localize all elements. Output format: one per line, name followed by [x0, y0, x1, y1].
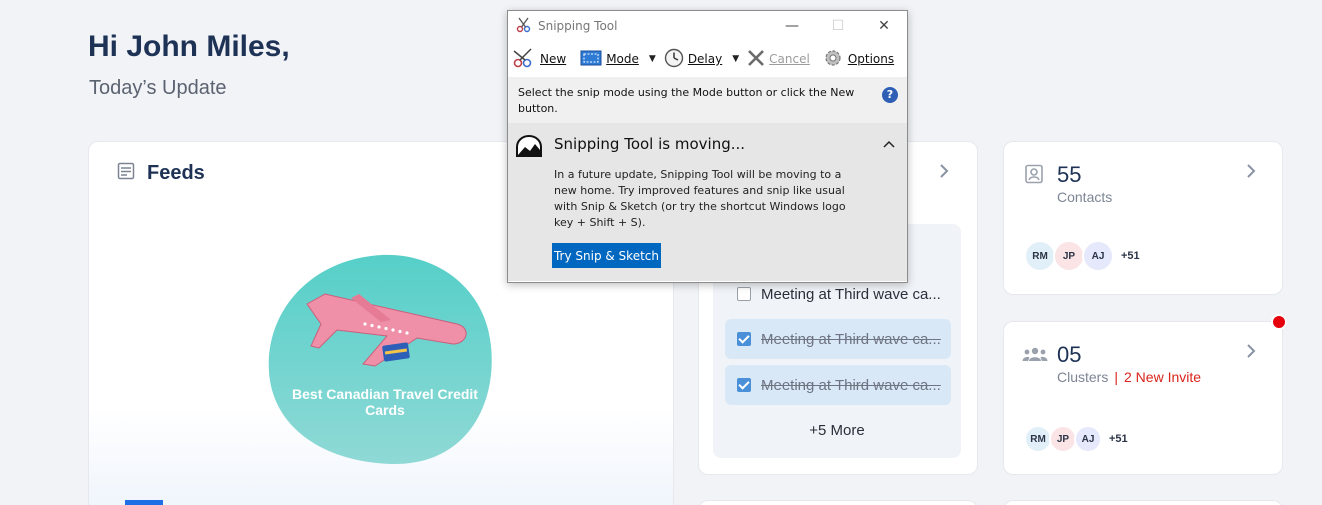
mode-dropdown-icon[interactable]: ▼ — [649, 54, 656, 64]
moving-notice: Snipping Tool is moving... In a future u… — [508, 123, 907, 281]
info-text: Select the snip mode using the Mode butt… — [518, 86, 855, 115]
avatar[interactable]: RM — [1024, 240, 1056, 272]
group-icon — [1022, 346, 1048, 367]
greeting: Hi John Miles, — [88, 30, 290, 63]
scissors-icon — [516, 17, 532, 36]
bottom-card — [1003, 500, 1283, 505]
window-title: Snipping Tool — [538, 19, 618, 33]
contacts-card[interactable]: 55 Contacts RM JP AJ +51 — [1003, 141, 1283, 295]
new-label: New — [540, 52, 567, 66]
carousel-indicator[interactable] — [125, 500, 163, 505]
cancel-button[interactable]: Cancel — [747, 49, 810, 70]
avatar[interactable]: AJ — [1074, 425, 1102, 453]
checkbox-checked[interactable] — [737, 332, 751, 346]
clusters-label: Clusters — [1057, 369, 1109, 385]
task-label: Meeting at Third wave ca... — [761, 285, 941, 303]
avatar[interactable]: JP — [1049, 425, 1077, 453]
bottom-card — [698, 500, 978, 505]
feeds-title: Feeds — [147, 162, 205, 184]
chevron-right-icon[interactable] — [939, 164, 949, 183]
mode-label: Mode — [606, 52, 639, 66]
checkbox-unchecked[interactable] — [737, 287, 751, 301]
new-invite-link[interactable]: 2 New Invite — [1124, 369, 1201, 385]
cancel-label: Cancel — [769, 52, 810, 66]
notice-body: In a future update, Snipping Tool will b… — [554, 168, 846, 229]
task-label: Meeting at Third wave ca... — [761, 330, 941, 348]
feed-caption[interactable]: Best Canadian Travel Credit Cards — [285, 386, 485, 418]
snipping-tool-window[interactable]: Snipping Tool — ☐ ✕ New Mode ▼ Delay ▼ C… — [507, 10, 908, 283]
avatar-more-count[interactable]: +51 — [1121, 250, 1140, 262]
task-label: Meeting at Third wave ca... — [761, 376, 941, 394]
task-item[interactable]: Meeting at Third wave ca... — [725, 319, 951, 359]
cancel-x-icon — [747, 49, 765, 70]
minimize-icon[interactable]: — — [769, 11, 815, 41]
clusters-count: 05 — [1057, 342, 1082, 367]
avatar[interactable]: RM — [1024, 425, 1052, 453]
snip-info-bar: Select the snip mode using the Mode butt… — [508, 77, 907, 123]
notification-dot — [1271, 314, 1287, 330]
checkbox-checked[interactable] — [737, 378, 751, 392]
snip-titlebar[interactable]: Snipping Tool — ☐ ✕ — [508, 11, 907, 41]
contacts-avatars: RM JP AJ +51 — [1024, 240, 1140, 272]
mode-button[interactable]: Mode — [580, 50, 639, 69]
options-button[interactable]: Options — [822, 47, 894, 72]
contact-icon — [1024, 164, 1044, 189]
delay-dropdown-icon[interactable]: ▼ — [732, 54, 739, 64]
avatar[interactable]: AJ — [1082, 240, 1114, 272]
avatar-more-count[interactable]: +51 — [1109, 433, 1128, 445]
delay-button[interactable]: Delay — [664, 48, 722, 71]
separator: | — [1114, 369, 1118, 385]
snip-sketch-icon — [516, 134, 542, 161]
new-snip-icon — [512, 47, 536, 71]
clusters-avatars: RM JP AJ +51 — [1024, 425, 1128, 453]
feeds-header: Feeds — [117, 162, 205, 185]
task-item[interactable]: Meeting at Third wave ca... — [725, 365, 951, 405]
feed-image[interactable] — [267, 254, 495, 466]
notice-title: Snipping Tool is moving... — [554, 135, 746, 153]
clock-icon — [664, 48, 684, 71]
subgreeting: Today’s Update — [89, 77, 227, 99]
chevron-up-icon[interactable] — [883, 137, 895, 151]
window-controls: — ☐ ✕ — [769, 11, 907, 41]
close-icon[interactable]: ✕ — [861, 11, 907, 41]
snip-toolbar: New Mode ▼ Delay ▼ Cancel Options — [508, 41, 907, 77]
chevron-right-icon[interactable] — [1246, 344, 1256, 363]
maximize-icon[interactable]: ☐ — [815, 11, 861, 41]
help-icon[interactable]: ? — [882, 87, 898, 103]
feed-icon — [117, 162, 135, 185]
avatar[interactable]: JP — [1053, 240, 1085, 272]
contacts-count: 55 — [1057, 162, 1082, 187]
delay-label: Delay — [687, 52, 723, 66]
options-label: Options — [847, 52, 895, 66]
chevron-right-icon[interactable] — [1246, 164, 1256, 183]
clusters-card[interactable]: 05 Clusters | 2 New Invite RM JP AJ +51 — [1003, 321, 1283, 475]
try-snip-sketch-button[interactable]: Try Snip & Sketch — [552, 243, 661, 268]
gear-icon — [822, 47, 844, 72]
clusters-label-row: Clusters | 2 New Invite — [1057, 369, 1201, 385]
new-button[interactable]: New — [512, 47, 567, 71]
mode-icon — [580, 50, 602, 69]
more-tasks-link[interactable]: +5 More — [713, 422, 961, 439]
contacts-label: Contacts — [1057, 189, 1113, 205]
